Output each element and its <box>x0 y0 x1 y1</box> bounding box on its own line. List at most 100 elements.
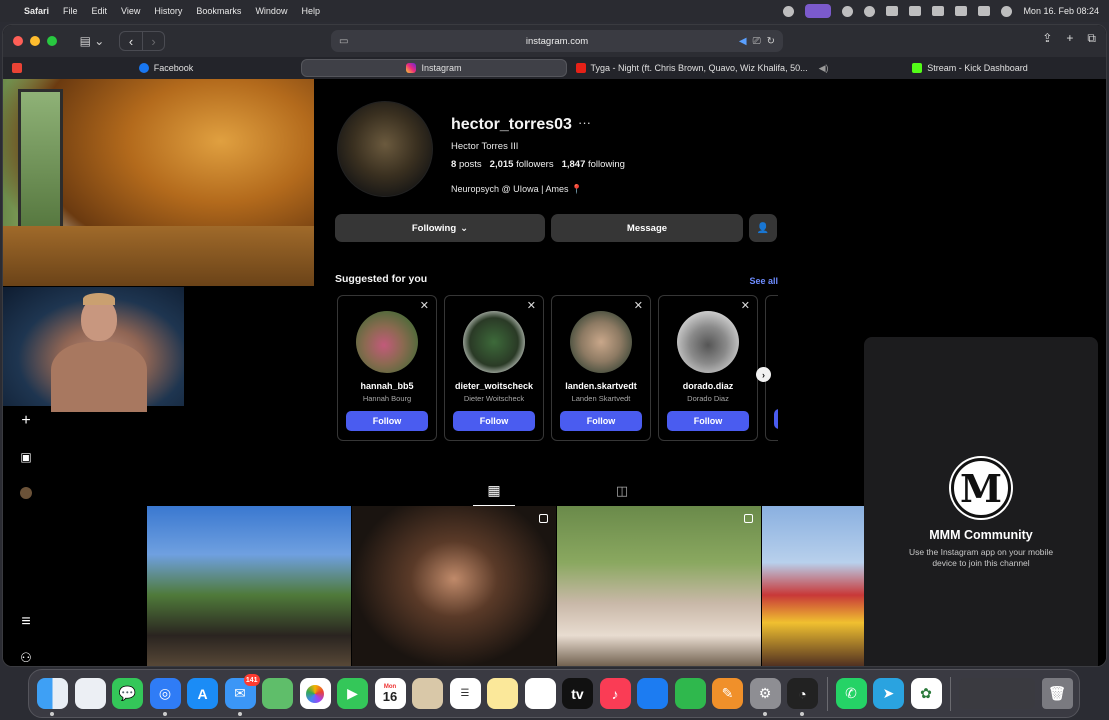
menu-clock[interactable]: Mon 16. Feb 08:24 <box>1023 6 1099 16</box>
safari-icon[interactable]: ◎ <box>149 678 181 716</box>
input-source-icon[interactable] <box>886 6 899 16</box>
sidebar-toggle-icon[interactable]: ▤ ⌄ <box>75 31 109 51</box>
keynote-icon[interactable] <box>637 678 668 709</box>
more-options-icon[interactable]: ··· <box>578 115 591 130</box>
pages-icon[interactable]: ✎ <box>712 678 743 709</box>
address-bar[interactable]: ▭ instagram.com ◀︎ ⎚ ↻ <box>331 30 783 52</box>
tab-facebook[interactable]: Facebook <box>33 59 299 77</box>
messages-icon[interactable]: 💬 <box>112 678 143 709</box>
create-icon[interactable]: + <box>13 408 39 434</box>
profile-avatar[interactable] <box>13 480 39 506</box>
add-user-icon[interactable]: 👤 <box>749 214 777 242</box>
suggestion-avatar[interactable] <box>356 311 418 373</box>
dock-separator <box>950 676 951 711</box>
trash-icon[interactable]: 🗑 <box>1041 678 1073 709</box>
threads-icon[interactable]: ⚇ <box>13 645 39 666</box>
following-stat[interactable]: 1,847 following <box>562 159 625 170</box>
dismiss-icon[interactable]: ✕ <box>741 299 750 312</box>
facetime-icon[interactable]: ▶ <box>337 678 368 709</box>
followers-stat[interactable]: 2,015 followers <box>490 159 554 170</box>
siri-icon[interactable] <box>1001 5 1013 17</box>
back-button[interactable]: ‹ <box>120 32 142 50</box>
chatgpt-icon[interactable]: ✿ <box>910 678 942 709</box>
tab-kick[interactable]: Stream - Kick Dashboard <box>837 59 1103 77</box>
screen-recording-icon[interactable] <box>805 4 832 18</box>
tab-gmail[interactable] <box>9 59 25 77</box>
status-icon-b[interactable] <box>842 5 854 17</box>
app-store-icon[interactable]: A <box>187 678 218 709</box>
tab-overview-icon[interactable]: ⧉ <box>1087 31 1096 46</box>
menu-history[interactable]: History <box>154 6 182 16</box>
following-button[interactable]: Following ⌄ <box>335 214 545 242</box>
next-suggestions-button[interactable]: › <box>756 367 771 382</box>
control-center-icon[interactable] <box>978 6 991 16</box>
menu-view[interactable]: View <box>121 6 140 16</box>
minimized-window-thumbnail[interactable] <box>959 678 1035 709</box>
menu-edit[interactable]: Edit <box>92 6 108 16</box>
post-thumbnail[interactable] <box>147 506 351 666</box>
tab-instagram[interactable]: Instagram <box>301 59 567 77</box>
minimize-window-button[interactable] <box>30 36 40 46</box>
speaker-icon[interactable]: ◀︎) <box>819 63 829 74</box>
profile-username: hector_torres03 <box>451 116 572 133</box>
new-tab-icon[interactable]: + <box>1066 31 1073 46</box>
tab-youtube[interactable]: Tyga - Night (ft. Chris Brown, Quavo, Wi… <box>569 59 835 77</box>
mail-icon[interactable]: ✉ 141 <box>224 674 260 716</box>
dashboard-icon[interactable]: ▣ <box>13 444 39 470</box>
whatsapp-icon[interactable]: ✆ <box>835 678 867 709</box>
tagged-tab[interactable]: ◫ <box>601 476 643 506</box>
menu-file[interactable]: File <box>63 6 78 16</box>
profile-picture[interactable] <box>337 101 433 197</box>
suggestion-username[interactable]: hannah_bb5 <box>360 381 413 391</box>
suggestion-avatar[interactable] <box>463 311 525 373</box>
battery-icon[interactable] <box>909 6 922 16</box>
follow-button[interactable]: Follow <box>560 411 642 431</box>
contacts-icon[interactable] <box>412 678 443 709</box>
menu-window[interactable]: Window <box>255 6 287 16</box>
freeform-icon[interactable] <box>524 678 556 709</box>
more-menu-icon[interactable]: ≡ <box>13 609 39 635</box>
post-thumbnail[interactable] <box>352 506 556 666</box>
dismiss-icon[interactable]: ✕ <box>420 299 429 312</box>
posts-grid-tab[interactable]: ▦ <box>473 476 515 506</box>
calendar-icon[interactable]: Mon 16 <box>374 678 406 709</box>
system-settings-icon[interactable]: ⚙ <box>749 678 781 716</box>
dismiss-icon[interactable]: ✕ <box>527 299 536 312</box>
play-icon[interactable] <box>864 5 876 17</box>
suggestion-username[interactable]: dieter_woitscheck <box>455 381 533 391</box>
menu-bookmarks[interactable]: Bookmarks <box>196 6 241 16</box>
notes-icon[interactable] <box>487 678 518 709</box>
tv-icon[interactable]: tv <box>562 678 593 709</box>
follow-button[interactable] <box>774 409 778 429</box>
tab-label: Facebook <box>153 63 194 73</box>
search-icon[interactable] <box>955 6 968 16</box>
telegram-icon[interactable]: ➤ <box>873 678 904 709</box>
suggestion-username[interactable]: dorado.diaz <box>683 381 734 391</box>
launchpad-icon[interactable] <box>74 678 106 709</box>
reminders-icon[interactable]: ☰ <box>449 678 481 709</box>
zoom-window-button[interactable] <box>47 36 57 46</box>
follow-button[interactable]: Follow <box>453 411 535 431</box>
activity-monitor-icon[interactable]: ◔ <box>787 678 818 716</box>
menu-app-name[interactable]: Safari <box>24 6 49 16</box>
suggestion-avatar[interactable] <box>677 311 739 373</box>
suggestion-username[interactable]: landen.skartvedt <box>565 381 637 391</box>
photos-icon[interactable] <box>299 678 331 709</box>
share-icon[interactable]: ⇪ <box>1042 31 1052 46</box>
menu-help[interactable]: Help <box>301 6 320 16</box>
see-all-link[interactable]: See all <box>749 276 778 286</box>
follow-button[interactable]: Follow <box>667 411 749 431</box>
close-window-button[interactable] <box>13 36 23 46</box>
maps-icon[interactable] <box>262 678 293 709</box>
forward-button[interactable]: › <box>142 32 164 50</box>
dismiss-icon[interactable]: ✕ <box>634 299 643 312</box>
message-button[interactable]: Message <box>551 214 743 242</box>
music-icon[interactable]: ♪ <box>599 678 631 709</box>
finder-icon[interactable] <box>37 678 68 716</box>
numbers-icon[interactable] <box>674 678 706 709</box>
status-icon-a[interactable] <box>783 5 795 17</box>
suggestion-avatar[interactable] <box>570 311 632 373</box>
wifi-icon[interactable] <box>932 6 945 16</box>
post-thumbnail[interactable] <box>557 506 761 666</box>
follow-button[interactable]: Follow <box>346 411 428 431</box>
